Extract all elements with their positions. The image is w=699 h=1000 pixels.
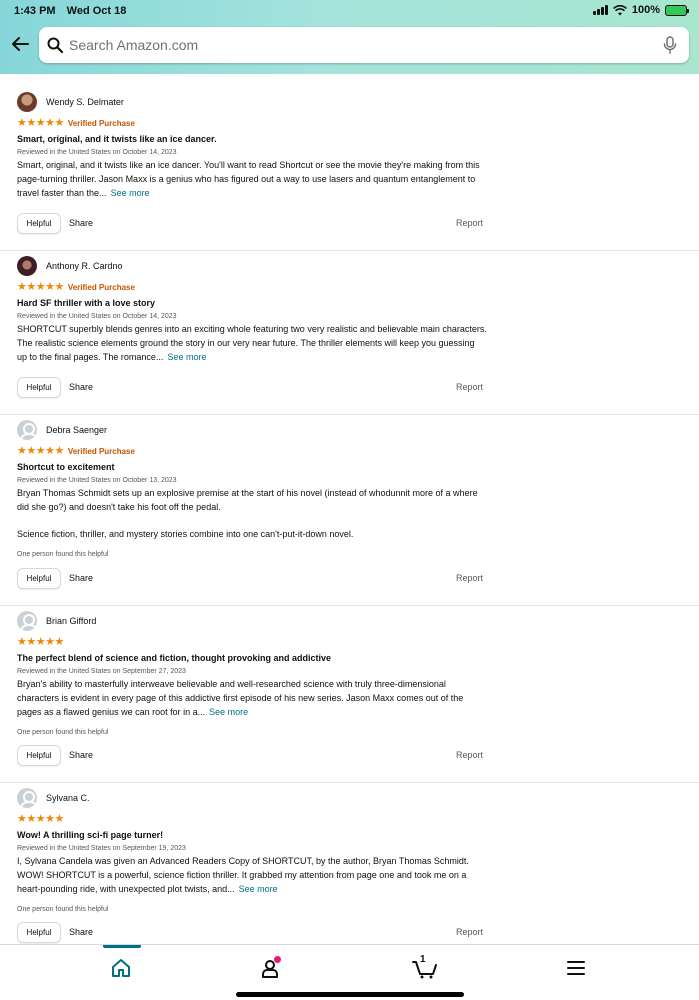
share-link[interactable]: Share: [69, 218, 93, 228]
review-title[interactable]: The perfect blend of science and fiction…: [17, 652, 487, 664]
helpful-button[interactable]: Helpful: [17, 922, 61, 943]
see-more-link[interactable]: See more: [209, 707, 248, 717]
back-arrow-icon[interactable]: [10, 34, 30, 54]
review-date: Reviewed in the United States on October…: [17, 477, 177, 484]
review-date: Reviewed in the United States on October…: [17, 313, 177, 320]
see-more-link[interactable]: See more: [167, 352, 206, 362]
see-more-link[interactable]: See more: [111, 188, 150, 198]
helpful-count: One person found this helpful: [17, 729, 109, 736]
review-card: Brian Gifford ★★★★★ The perfect blend of…: [17, 610, 487, 736]
share-link[interactable]: Share: [69, 927, 93, 937]
review-divider: [0, 782, 699, 783]
status-date: Wed Oct 18: [66, 5, 127, 17]
review-divider: [0, 414, 699, 415]
review-body: I, Sylvana Candela was given an Advanced…: [17, 854, 487, 896]
review-card: Wendy S. Delmater ★★★★★ Verified Purchas…: [17, 91, 487, 200]
status-time: 1:43 PM: [14, 5, 56, 17]
status-bar: 1:43 PM Wed Oct 18 100%: [0, 0, 699, 22]
review-body: Bryan's ability to masterfully interweav…: [17, 677, 487, 719]
reviewer-name[interactable]: Sylvana C.: [46, 793, 90, 803]
review-date: Reviewed in the United States on October…: [17, 149, 177, 156]
helpful-button[interactable]: Helpful: [17, 377, 61, 398]
cart-count: 1: [420, 954, 426, 965]
see-more-link[interactable]: See more: [239, 884, 278, 894]
home-indicator[interactable]: [236, 992, 464, 997]
share-link[interactable]: Share: [69, 382, 93, 392]
reviewer-avatar[interactable]: [17, 92, 37, 112]
share-link[interactable]: Share: [69, 573, 93, 583]
review-actions: Helpful Share Report: [17, 745, 487, 767]
star-rating[interactable]: ★★★★★: [17, 636, 64, 648]
review-text: Smart, original, and it twists like an i…: [17, 160, 480, 198]
review-actions: Helpful Share Report: [17, 213, 487, 235]
report-link[interactable]: Report: [456, 218, 483, 228]
reviews-list: Wendy S. Delmater ★★★★★ Verified Purchas…: [0, 74, 699, 944]
microphone-icon[interactable]: [663, 36, 677, 54]
helpful-button[interactable]: Helpful: [17, 745, 61, 766]
review-text: Bryan Thomas Schmidt sets up an explosiv…: [17, 488, 478, 512]
review-title[interactable]: Hard SF thriller with a love story: [17, 297, 487, 309]
review-text: SHORTCUT superbly blends genres into an …: [17, 324, 487, 362]
review-actions: Helpful Share Report: [17, 568, 487, 590]
review-card: Anthony R. Cardno ★★★★★ Verified Purchas…: [17, 255, 487, 364]
default-avatar-icon[interactable]: [17, 611, 37, 631]
verified-purchase-badge: Verified Purchase: [67, 446, 135, 456]
share-link[interactable]: Share: [69, 750, 93, 760]
active-tab-indicator: [103, 945, 141, 948]
verified-purchase-badge: Verified Purchase: [67, 118, 135, 128]
menu-icon[interactable]: [565, 957, 587, 979]
review-date: Reviewed in the United States on Septemb…: [17, 668, 186, 675]
account-tab[interactable]: [260, 956, 282, 979]
search-bar[interactable]: [39, 27, 689, 63]
battery-percent: 100%: [631, 4, 660, 16]
star-rating[interactable]: ★★★★★: [17, 117, 64, 129]
reviewer-name[interactable]: Anthony R. Cardno: [46, 261, 123, 271]
review-text: Science fiction, thriller, and mystery s…: [17, 529, 354, 539]
review-actions: Helpful Share Report: [17, 377, 487, 399]
home-icon[interactable]: [110, 957, 132, 979]
reviewer-name[interactable]: Brian Gifford: [46, 616, 96, 626]
cart-tab[interactable]: 1: [412, 954, 438, 979]
report-link[interactable]: Report: [456, 750, 483, 760]
wifi-icon: [612, 4, 627, 15]
cellular-signal-icon: [592, 5, 608, 15]
star-rating[interactable]: ★★★★★: [17, 813, 64, 825]
review-body: Bryan Thomas Schmidt sets up an explosiv…: [17, 486, 487, 541]
notification-dot: [274, 956, 281, 963]
report-link[interactable]: Report: [456, 382, 483, 392]
reviewer-avatar[interactable]: [17, 256, 37, 276]
app-header: 1:43 PM Wed Oct 18 100%: [0, 0, 699, 74]
helpful-button[interactable]: Helpful: [17, 568, 61, 589]
review-divider: [0, 250, 699, 251]
helpful-button[interactable]: Helpful: [17, 213, 61, 234]
review-body: SHORTCUT superbly blends genres into an …: [17, 322, 487, 364]
report-link[interactable]: Report: [456, 573, 483, 583]
helpful-count: One person found this helpful: [17, 906, 109, 913]
star-rating[interactable]: ★★★★★: [17, 281, 64, 293]
star-rating[interactable]: ★★★★★: [17, 445, 64, 457]
review-card: Sylvana C. ★★★★★ Wow! A thrilling sci-fi…: [17, 787, 487, 913]
default-avatar-icon[interactable]: [17, 788, 37, 808]
search-input[interactable]: [69, 27, 649, 63]
reviewer-name[interactable]: Debra Saenger: [46, 425, 107, 435]
review-card: Debra Saenger ★★★★★ Verified Purchase Sh…: [17, 419, 487, 558]
search-icon: [47, 37, 63, 53]
review-actions: Helpful Share Report: [17, 922, 487, 944]
verified-purchase-badge: Verified Purchase: [67, 282, 135, 292]
review-date: Reviewed in the United States on Septemb…: [17, 845, 186, 852]
report-link[interactable]: Report: [456, 927, 483, 937]
battery-icon: [665, 4, 689, 16]
default-avatar-icon[interactable]: [17, 420, 37, 440]
reviewer-name[interactable]: Wendy S. Delmater: [46, 97, 124, 107]
review-title[interactable]: Wow! A thrilling sci-fi page turner!: [17, 829, 487, 841]
review-title[interactable]: Smart, original, and it twists like an i…: [17, 133, 487, 145]
review-divider: [0, 605, 699, 606]
review-title[interactable]: Shortcut to excitement: [17, 461, 487, 473]
helpful-count: One person found this helpful: [17, 551, 109, 558]
bottom-nav-bar: 1: [0, 944, 699, 1000]
review-body: Smart, original, and it twists like an i…: [17, 158, 487, 200]
